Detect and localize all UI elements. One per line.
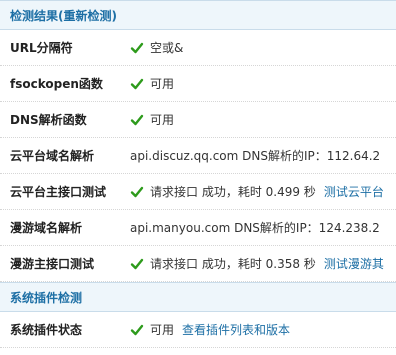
check-row-url-separator: URL分隔符 空或& bbox=[0, 30, 396, 66]
check-row-manyou-dns: 漫游域名解析 api.manyou.com DNS解析的IP：124.238.2 bbox=[0, 210, 396, 246]
view-plugins-link[interactable]: 查看插件列表和版本 bbox=[182, 321, 290, 338]
row-value: api.discuz.qq.com DNS解析的IP：112.64.2 bbox=[130, 149, 381, 163]
plugin-section-header: 系统插件检测 bbox=[0, 282, 396, 312]
recheck-link[interactable]: (重新检测) bbox=[58, 9, 117, 23]
row-label: 云平台主接口测试 bbox=[10, 185, 107, 199]
row-value: 空或& bbox=[150, 41, 184, 55]
plugin-section-title: 系统插件检测 bbox=[10, 291, 83, 305]
checkmark-icon bbox=[130, 186, 144, 197]
check-row-manyou-api: 漫游主接口测试 请求接口 成功，耗时 0.358 秒 测试漫游其 bbox=[0, 246, 396, 282]
check-row-plugin-status: 系统插件状态 可用 查看插件列表和版本 bbox=[0, 312, 396, 348]
row-label: URL分隔符 bbox=[10, 41, 73, 55]
row-value: 可用 bbox=[150, 77, 175, 91]
checkmark-icon bbox=[130, 42, 144, 53]
row-value-wrap: 可用 bbox=[130, 75, 174, 92]
checkmark-icon bbox=[130, 324, 144, 335]
row-value: api.manyou.com DNS解析的IP：124.238.2 bbox=[130, 221, 380, 235]
test-cloud-link[interactable]: 测试云平台 bbox=[324, 183, 384, 200]
row-label: 系统插件状态 bbox=[10, 323, 83, 337]
row-value-wrap: 请求接口 成功，耗时 0.499 秒 测试云平台 bbox=[130, 183, 384, 200]
check-row-cloud-api: 云平台主接口测试 请求接口 成功，耗时 0.499 秒 测试云平台 bbox=[0, 174, 396, 210]
row-value: 可用 bbox=[150, 323, 175, 337]
checkmark-icon bbox=[130, 78, 144, 89]
row-label: 漫游域名解析 bbox=[10, 221, 83, 235]
check-results-panel: 检测结果(重新检测) URL分隔符 空或& fsockopen函数 可用 DNS… bbox=[0, 0, 396, 348]
row-label: fsockopen函数 bbox=[10, 77, 103, 91]
row-value: 请求接口 成功，耗时 0.499 秒 bbox=[150, 185, 316, 199]
row-value-wrap: 可用 查看插件列表和版本 bbox=[130, 321, 290, 338]
check-row-fsockopen: fsockopen函数 可用 bbox=[0, 66, 396, 102]
checkmark-icon bbox=[130, 114, 144, 125]
row-value: 可用 bbox=[150, 113, 175, 127]
check-row-cloud-dns: 云平台域名解析 api.discuz.qq.com DNS解析的IP：112.6… bbox=[0, 138, 396, 174]
row-value: 请求接口 成功，耗时 0.358 秒 bbox=[150, 257, 316, 271]
test-manyou-link[interactable]: 测试漫游其 bbox=[324, 255, 384, 272]
checkmark-icon bbox=[130, 258, 144, 269]
results-section-header: 检测结果(重新检测) bbox=[0, 0, 396, 30]
row-label: 漫游主接口测试 bbox=[10, 257, 95, 271]
row-value-wrap: 空或& bbox=[130, 39, 183, 56]
row-value-wrap: 请求接口 成功，耗时 0.358 秒 测试漫游其 bbox=[130, 255, 384, 272]
row-label: 云平台域名解析 bbox=[10, 149, 95, 163]
results-title: 检测结果 bbox=[10, 9, 59, 23]
check-row-dns-function: DNS解析函数 可用 bbox=[0, 102, 396, 138]
row-label: DNS解析函数 bbox=[10, 113, 87, 127]
row-value-wrap: 可用 bbox=[130, 111, 174, 128]
